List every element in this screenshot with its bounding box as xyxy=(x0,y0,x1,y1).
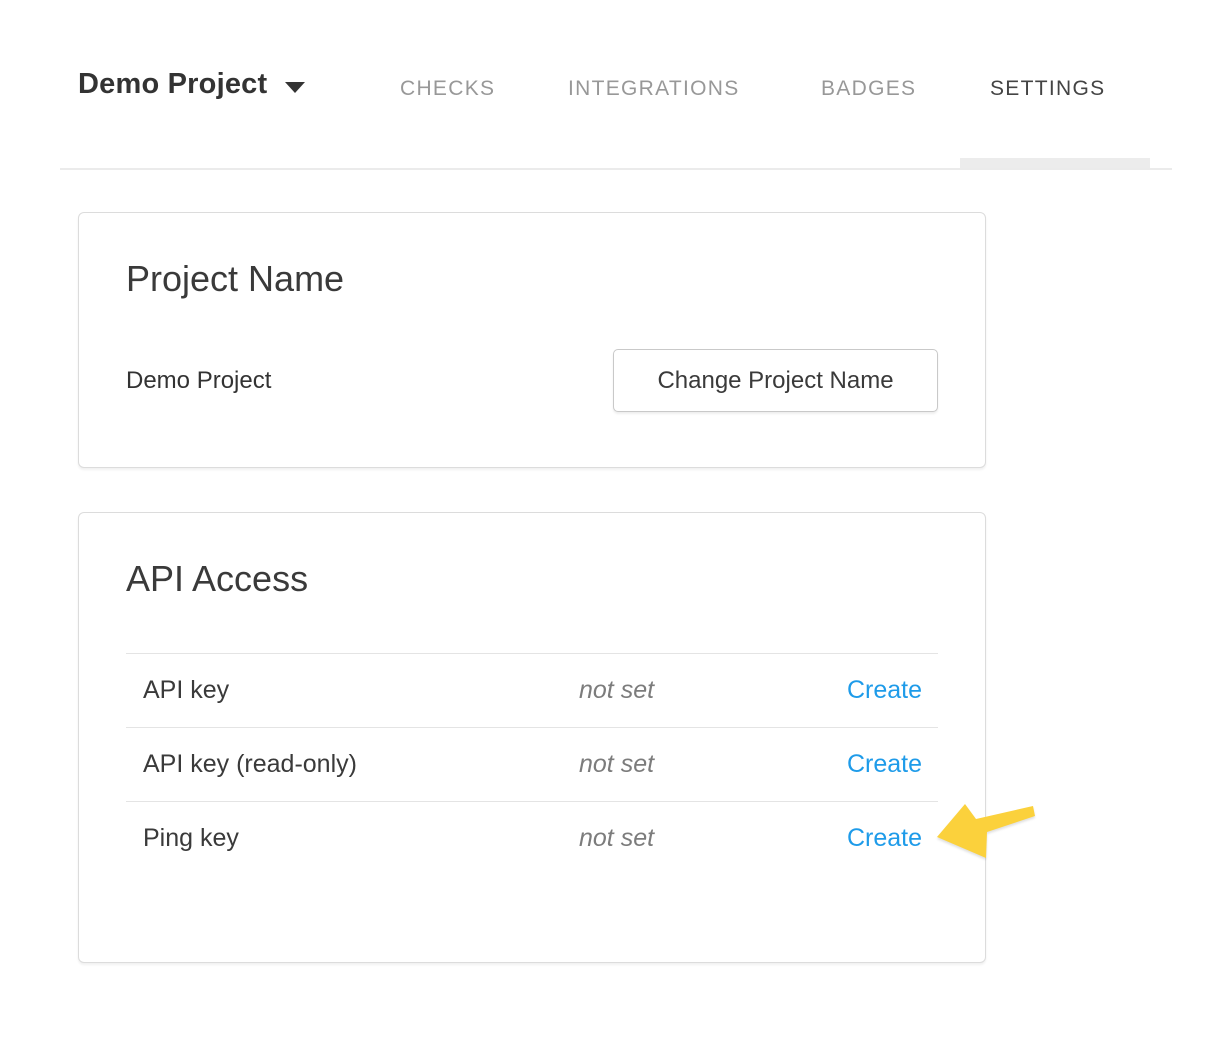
project-switcher-label: Demo Project xyxy=(78,68,267,100)
current-project-name: Demo Project xyxy=(126,367,271,395)
table-row-ping-key: Ping key not set Create xyxy=(126,801,938,875)
caret-down-icon xyxy=(285,82,305,93)
nav-divider xyxy=(60,168,1172,170)
api-key-value: not set xyxy=(579,676,847,705)
project-name-row: Demo Project Change Project Name xyxy=(126,349,938,412)
project-name-card-title: Project Name xyxy=(126,257,938,301)
project-name-card: Project Name Demo Project Change Project… xyxy=(78,212,986,468)
api-access-table: API key not set Create API key (read-onl… xyxy=(126,653,938,875)
api-access-card: API Access API key not set Create API ke… xyxy=(78,512,986,963)
tab-integrations[interactable]: INTEGRATIONS xyxy=(568,77,740,101)
table-row-api-key-readonly: API key (read-only) not set Create xyxy=(126,727,938,801)
api-key-readonly-value: not set xyxy=(579,750,847,779)
api-access-card-title: API Access xyxy=(126,557,938,601)
tab-settings[interactable]: SETTINGS xyxy=(990,77,1105,101)
tab-badges[interactable]: BADGES xyxy=(821,77,916,101)
annotation-arrow-left-icon xyxy=(930,795,1040,865)
project-switcher-dropdown[interactable]: Demo Project xyxy=(78,68,305,101)
api-key-readonly-label: API key (read-only) xyxy=(126,750,579,779)
ping-key-value: not set xyxy=(579,824,847,853)
create-api-key-link[interactable]: Create xyxy=(847,676,938,705)
project-settings-page: Demo Project CHECKS INTEGRATIONS BADGES … xyxy=(0,0,1220,1059)
tab-checks[interactable]: CHECKS xyxy=(400,77,495,101)
create-api-key-readonly-link[interactable]: Create xyxy=(847,750,938,779)
api-key-label: API key xyxy=(126,676,579,705)
create-ping-key-link[interactable]: Create xyxy=(847,824,938,853)
ping-key-label: Ping key xyxy=(126,824,579,853)
change-project-name-button[interactable]: Change Project Name xyxy=(613,349,938,412)
table-row-api-key: API key not set Create xyxy=(126,653,938,727)
